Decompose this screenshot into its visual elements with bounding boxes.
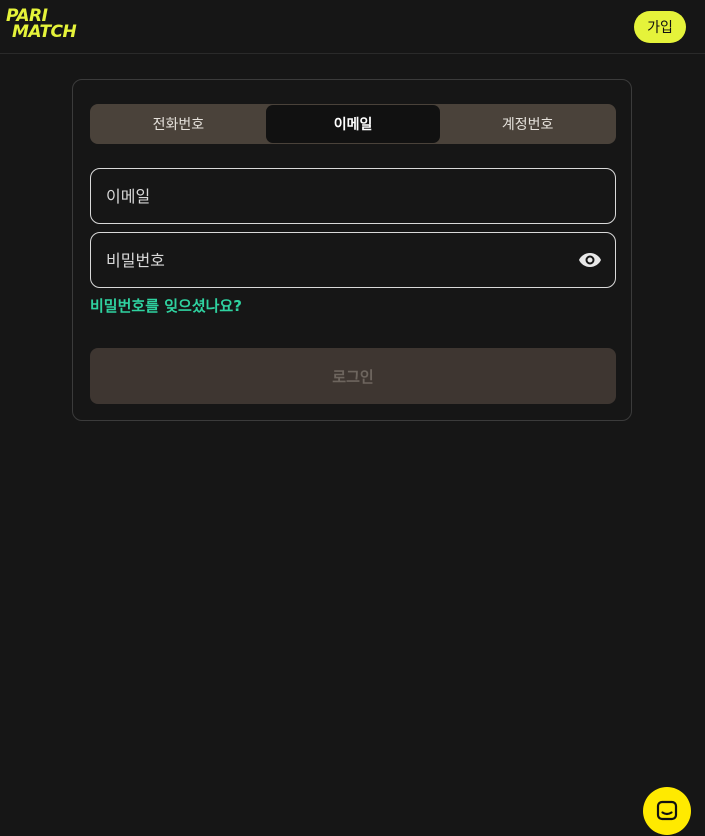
email-field-container: [90, 168, 616, 224]
header: PARI MATCH 가입: [0, 0, 705, 54]
login-card: 전화번호 이메일 계정번호 비밀번호를 잊으셨나요? 로그인: [72, 79, 632, 421]
tab-account-number[interactable]: 계정번호: [440, 105, 615, 143]
password-input[interactable]: [106, 250, 578, 270]
login-method-tabs: 전화번호 이메일 계정번호: [90, 104, 616, 144]
tab-phone[interactable]: 전화번호: [91, 105, 266, 143]
parimatch-logo[interactable]: PARI MATCH: [6, 8, 106, 42]
login-button[interactable]: 로그인: [90, 348, 616, 404]
tab-email[interactable]: 이메일: [265, 105, 441, 143]
logo-line-2: MATCH: [12, 22, 77, 42]
chat-button[interactable]: [643, 787, 691, 835]
password-field-container: [90, 232, 616, 288]
chat-icon: [656, 800, 678, 821]
eye-icon[interactable]: [578, 248, 602, 272]
signup-button[interactable]: 가입: [634, 11, 686, 43]
forgot-password-link[interactable]: 비밀번호를 잊으셨나요?: [90, 295, 242, 316]
email-input[interactable]: [106, 186, 600, 206]
